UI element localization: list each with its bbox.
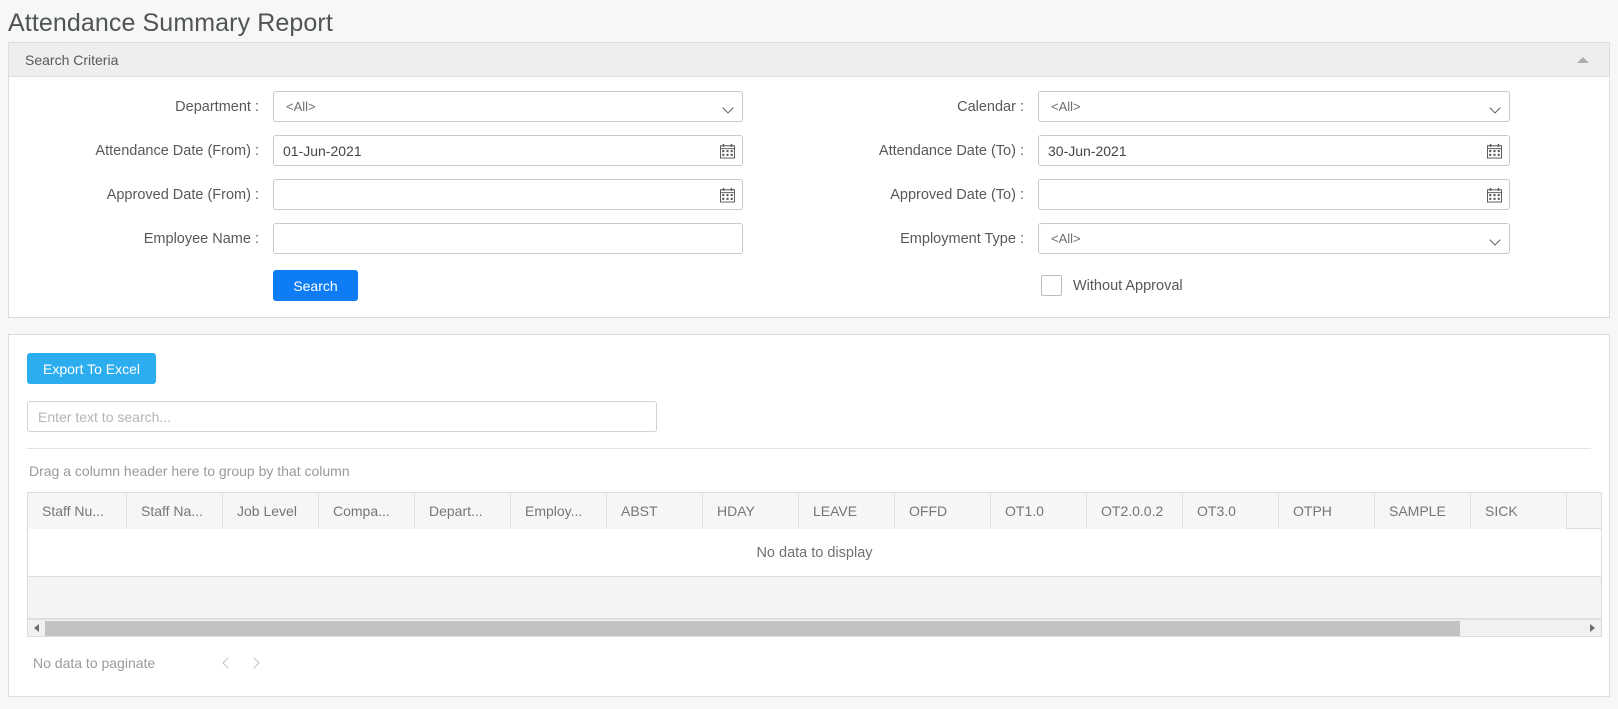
grid-header-row: Staff Nu... Staff Na... Job Level Compa... D… xyxy=(28,493,1601,529)
without-approval-checkbox[interactable] xyxy=(1041,275,1062,296)
grid-column-header[interactable]: LEAVE xyxy=(799,493,895,529)
grid-column-header[interactable]: SAMPLE xyxy=(1375,493,1471,529)
employee-name-label: Employee Name : xyxy=(143,230,259,247)
grid-column-header[interactable]: OT3.0 xyxy=(1183,493,1279,529)
grid-column-header[interactable]: Staff Nu... xyxy=(28,493,127,529)
grid-filler-area xyxy=(28,577,1601,619)
grid-column-header-label: Staff Na... xyxy=(141,503,203,519)
grid-column-header-label: ABST xyxy=(621,503,658,519)
calendar-icon[interactable] xyxy=(1487,187,1502,202)
search-criteria-body: Department : <All> Calendar : <All> Atte… xyxy=(9,77,1609,317)
calendar-icon[interactable] xyxy=(720,187,735,202)
approved-date-to-label: Approved Date (To) : xyxy=(890,186,1024,203)
grid-column-header[interactable]: SICK xyxy=(1471,493,1567,529)
grid-search-input[interactable] xyxy=(27,401,657,432)
attendance-date-to-input[interactable] xyxy=(1038,135,1510,166)
pagination-bar: No data to paginate xyxy=(27,637,1591,680)
grid-column-header[interactable]: HDAY xyxy=(703,493,799,529)
search-form: Department : <All> Calendar : <All> Atte… xyxy=(9,91,1609,254)
data-grid: Staff Nu... Staff Na... Job Level Compa... D… xyxy=(27,492,1602,637)
attendance-date-to-label: Attendance Date (To) : xyxy=(878,142,1024,159)
approved-date-from-label: Approved Date (From) : xyxy=(106,186,259,203)
search-actions-row: Search Without Approval xyxy=(9,270,1609,301)
search-criteria-panel: Search Criteria Department : <All> Calen… xyxy=(8,42,1610,318)
calendar-icon[interactable] xyxy=(1487,143,1502,158)
horizontal-scrollbar[interactable] xyxy=(28,619,1601,636)
grid-column-header[interactable]: Employ... xyxy=(511,493,607,529)
grid-column-header-label: Depart... xyxy=(429,503,483,519)
calendar-icon[interactable] xyxy=(720,143,735,158)
department-field: <All> xyxy=(273,91,743,122)
grid-column-header-label: OTPH xyxy=(1293,503,1332,519)
grid-column-header[interactable]: Staff Na... xyxy=(127,493,223,529)
grid-column-header[interactable]: OT1.0 xyxy=(991,493,1087,529)
grid-column-header-label: SAMPLE xyxy=(1389,503,1446,519)
department-label: Department : xyxy=(175,98,259,115)
grid-column-header[interactable]: OTPH xyxy=(1279,493,1375,529)
chevron-right-icon[interactable] xyxy=(241,650,267,676)
triangle-up-icon[interactable] xyxy=(1575,52,1591,68)
grid-column-header-label: Employ... xyxy=(525,503,583,519)
approved-date-to-input[interactable] xyxy=(1038,179,1510,210)
calendar-label: Calendar : xyxy=(957,98,1024,115)
approved-date-from-input[interactable] xyxy=(273,179,743,210)
employment-type-select[interactable]: <All> xyxy=(1038,223,1510,254)
page-title: Attendance Summary Report xyxy=(8,9,333,37)
grid-column-header[interactable]: OT2.0.0.2 xyxy=(1087,493,1183,529)
no-data-message: No data to display xyxy=(28,529,1601,577)
grid-column-header[interactable]: ABST xyxy=(607,493,703,529)
scrollbar-thumb[interactable] xyxy=(45,620,1460,636)
scroll-right-arrow-icon[interactable] xyxy=(1584,619,1601,636)
grid-column-header[interactable]: Compa... xyxy=(319,493,415,529)
grid-column-header-label: OT3.0 xyxy=(1197,503,1236,519)
grid-column-header-label: Job Level xyxy=(237,503,297,519)
grid-column-header[interactable]: Job Level xyxy=(223,493,319,529)
attendance-date-from-input[interactable] xyxy=(273,135,743,166)
grid-column-header[interactable]: Depart... xyxy=(415,493,511,529)
grid-column-header-label: SICK xyxy=(1485,503,1518,519)
approved-date-to-field xyxy=(1038,179,1510,210)
grid-scroll-area: Staff Nu... Staff Na... Job Level Compa... D… xyxy=(28,493,1601,619)
attendance-date-from-label: Attendance Date (From) : xyxy=(95,142,259,159)
scrollbar-track[interactable] xyxy=(45,619,1584,636)
department-select[interactable]: <All> xyxy=(273,91,743,122)
employment-type-label: Employment Type : xyxy=(900,230,1024,247)
calendar-select[interactable]: <All> xyxy=(1038,91,1510,122)
calendar-field: <All> xyxy=(1038,91,1510,122)
grid-column-header-label: Compa... xyxy=(333,503,390,519)
grid-column-header[interactable]: OFFD xyxy=(895,493,991,529)
group-by-drop-area[interactable]: Drag a column header here to group by th… xyxy=(27,449,1591,492)
pagination-status: No data to paginate xyxy=(33,655,156,671)
grid-column-header-label: OFFD xyxy=(909,503,948,519)
attendance-date-from-field xyxy=(273,135,743,166)
grid-column-header-label: LEAVE xyxy=(813,503,858,519)
attendance-date-to-field xyxy=(1038,135,1510,166)
results-panel: Export To Excel Drag a column header her… xyxy=(8,334,1610,697)
grid-column-header-label: HDAY xyxy=(717,503,755,519)
search-criteria-header[interactable]: Search Criteria xyxy=(9,43,1609,77)
search-criteria-title: Search Criteria xyxy=(25,51,119,68)
grid-column-header-label: OT1.0 xyxy=(1005,503,1044,519)
attendance-summary-report-page: Attendance Summary Report Search Criteri… xyxy=(0,0,1618,709)
grid-column-header-label: OT2.0.0.2 xyxy=(1101,503,1164,519)
employee-name-field xyxy=(273,223,743,254)
grid-column-header-label: Staff Nu... xyxy=(42,503,104,519)
export-to-excel-button[interactable]: Export To Excel xyxy=(27,353,157,384)
search-button[interactable]: Search xyxy=(273,270,358,301)
chevron-left-icon[interactable] xyxy=(215,650,241,676)
approved-date-from-field xyxy=(273,179,743,210)
employee-name-input[interactable] xyxy=(273,223,743,254)
without-approval-label: Without Approval xyxy=(1073,277,1183,294)
without-approval-group: Without Approval xyxy=(1038,275,1510,296)
employment-type-field: <All> xyxy=(1038,223,1510,254)
scroll-left-arrow-icon[interactable] xyxy=(28,619,45,636)
